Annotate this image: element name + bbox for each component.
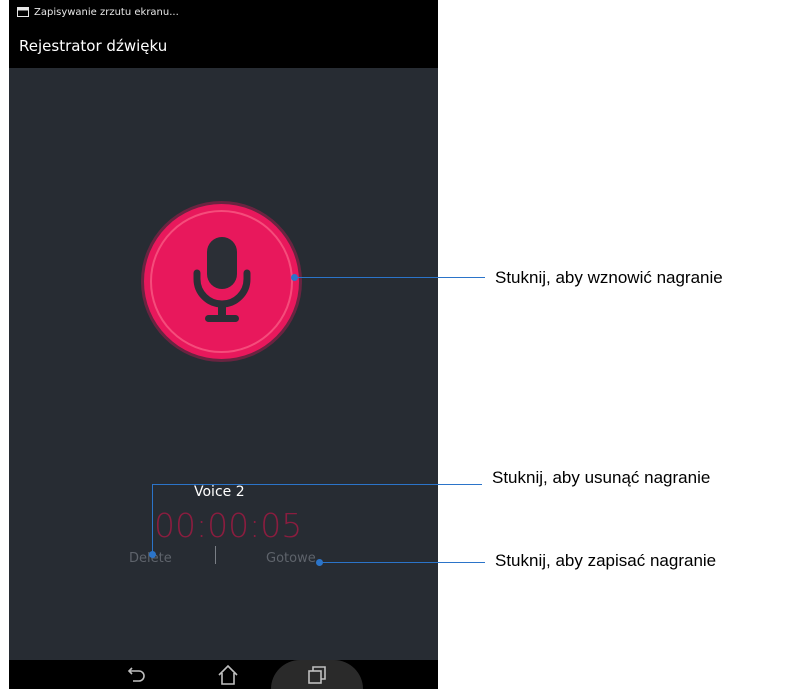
callout-line-save <box>320 562 485 563</box>
app-title: Rejestrator dźwięku <box>19 37 168 55</box>
callout-line-resume <box>295 277 485 278</box>
action-divider <box>215 546 216 564</box>
record-resume-button[interactable] <box>144 204 299 359</box>
phone-screen: Zapisywanie zrzutu ekranu... Rejestrator… <box>9 0 438 689</box>
done-button[interactable]: Gotowe <box>266 551 316 566</box>
microphone-icon <box>193 237 251 322</box>
callout-dot-resume <box>291 274 298 281</box>
callout-line-delete-vertical <box>152 484 153 554</box>
home-icon[interactable] <box>213 663 243 687</box>
callout-delete-label: Stuknij, aby usunąć nagranie <box>492 468 711 487</box>
recording-name: Voice 2 <box>194 484 245 500</box>
recorder-content: Voice 2 00:00:05 Delete Gotowe <box>9 68 438 660</box>
callout-dot-save <box>316 559 323 566</box>
navigation-bar <box>9 660 438 689</box>
status-notification-text: Zapisywanie zrzutu ekranu... <box>34 6 179 18</box>
status-bar: Zapisywanie zrzutu ekranu... <box>9 0 438 24</box>
callout-resume-label: Stuknij, aby wznowić nagranie <box>495 268 723 287</box>
callout-save-label: Stuknij, aby zapisać nagranie <box>495 551 717 570</box>
callout-dot-delete <box>149 551 156 558</box>
back-icon[interactable] <box>121 663 151 687</box>
recent-apps-icon[interactable] <box>301 663 331 687</box>
screenshot-icon <box>17 7 29 17</box>
recording-timer: 00:00:05 <box>154 506 303 545</box>
action-bar: Rejestrator dźwięku <box>9 24 438 68</box>
callout-line-delete-horizontal <box>152 484 482 485</box>
